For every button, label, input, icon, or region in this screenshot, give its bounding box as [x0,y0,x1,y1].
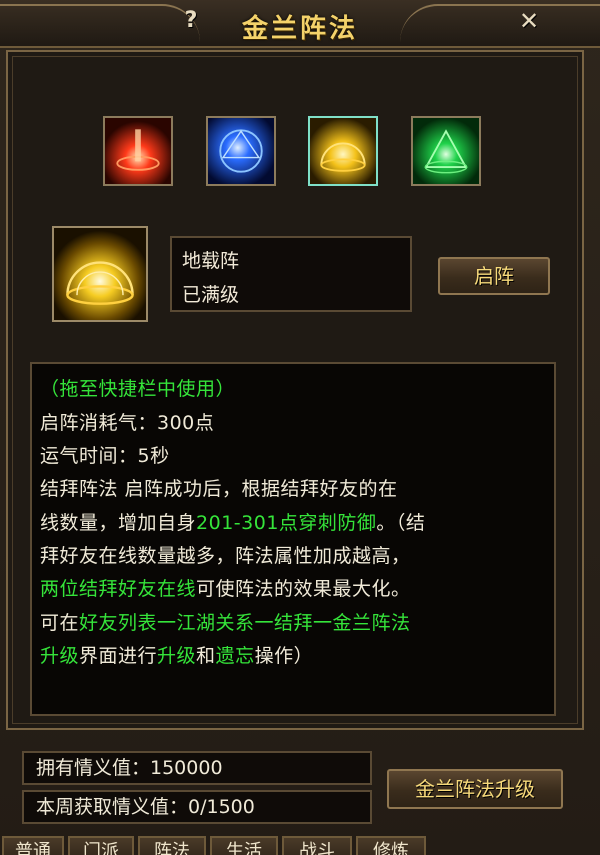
blue-formation-art [208,118,274,184]
description-line-6: 拜好友在线数量越多，阵法属性加成越高， [40,545,411,567]
activation-cost: 启阵消耗气：300点 [40,412,215,434]
green-formation-art [413,118,479,184]
bottom-tab-bar: 普通 门派 阵法 生活 战斗 修炼 [0,836,600,855]
upgrade-formation-button[interactable]: 金兰阵法升级 [387,769,563,809]
gold-formation-icon[interactable] [308,116,378,186]
formation-name: 地载阵 [182,250,240,272]
selected-formation-icon [52,226,148,322]
usage-hint: （拖至快捷栏中使用） [40,378,236,400]
tab-sect[interactable]: 门派 [68,836,134,855]
fire-formation-art [105,118,171,184]
close-button[interactable]: ✕ [516,8,542,34]
weekly-bond-value: 本周获取情义值：0/1500 [22,790,372,824]
tab-combat[interactable]: 战斗 [282,836,352,855]
tab-life[interactable]: 生活 [210,836,278,855]
selected-formation-art [54,228,146,320]
description-panel: （拖至快捷栏中使用） 启阵消耗气：300点 运气时间：5秒 结拜阵法 启阵成功后… [30,362,556,716]
description-line-4: 结拜阵法 启阵成功后，根据结拜好友的在 [40,478,398,500]
activate-button[interactable]: 启阵 [438,257,550,295]
channel-time: 运气时间：5秒 [40,445,170,467]
tab-formation[interactable]: 阵法 [138,836,206,855]
owned-bond-value: 拥有情义值：150000 [22,751,372,785]
title-bar: ? 金兰阵法 ✕ [0,0,600,48]
description-line-9: 升级界面进行升级和遗忘操作） [40,645,314,667]
description-line-8: 可在好友列表一江湖关系一结拜一金兰阵法 [40,612,411,634]
formation-window: ? 金兰阵法 ✕ 地载阵 已满级 启阵 （拖至快捷栏中使用） 启阵消耗气：300… [0,0,600,855]
gold-formation-art [310,118,376,184]
formation-level-status: 已满级 [182,284,240,306]
green-formation-icon[interactable] [411,116,481,186]
description-line-5: 线数量，增加自身201-301点穿刺防御。（结 [40,512,426,534]
formation-info-box: 地载阵 已满级 [170,236,412,312]
description-line-7: 两位结拜好友在线可使阵法的效果最大化。 [40,578,411,600]
fire-formation-icon[interactable] [103,116,173,186]
tab-cultivation[interactable]: 修炼 [356,836,426,855]
blue-formation-icon[interactable] [206,116,276,186]
window-title: 金兰阵法 [241,14,358,44]
tab-normal[interactable]: 普通 [2,836,64,855]
